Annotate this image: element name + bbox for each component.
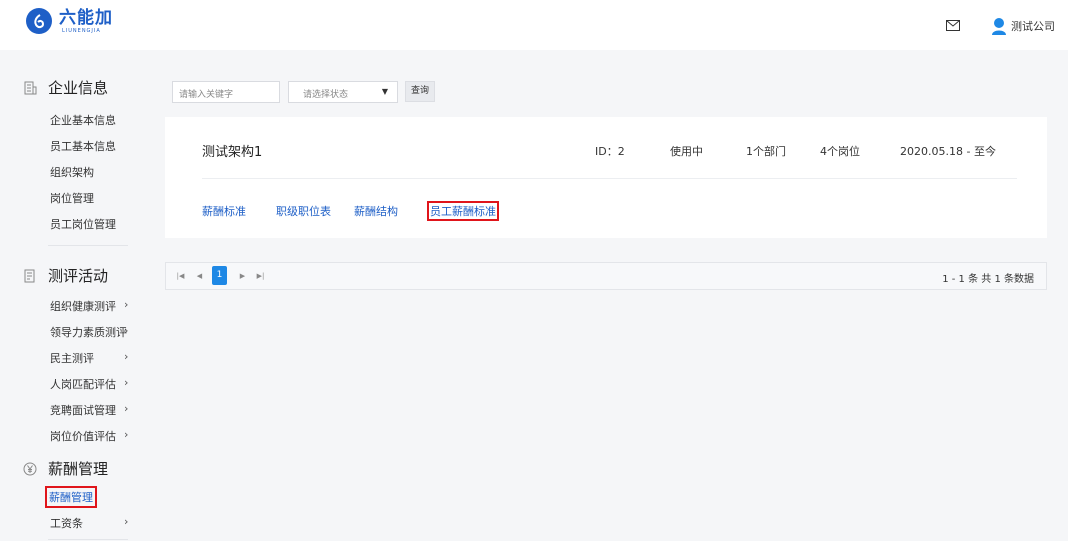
card-status: 使用中 <box>670 145 703 158</box>
sidebar-item-person-job-match[interactable]: 人岗匹配评估 › <box>50 376 128 392</box>
card-divider <box>202 178 1017 179</box>
sidebar-item-label: 岗位价值评估 <box>50 430 116 443</box>
card-title: 测试架构1 <box>202 145 263 160</box>
caret-down-icon: ▼ <box>381 87 388 96</box>
sidebar-item-democratic[interactable]: 民主测评 › <box>50 350 128 366</box>
card-id: ID：2 <box>595 145 625 158</box>
avatar-icon <box>990 17 1008 35</box>
sidebar-group-label: 薪酬管理 <box>48 460 109 478</box>
logo[interactable]: 六能加 LIUNENGJIA <box>26 8 113 34</box>
link-employee-salary-standard[interactable]: 员工薪酬标准 <box>427 201 499 221</box>
search-input[interactable]: 请输入关键字 <box>172 81 280 103</box>
structure-card: 测试架构1 ID：2 使用中 1个部门 4个岗位 2020.05.18 - 至今… <box>165 117 1047 238</box>
pagination-summary: 1 - 1 条 共 1 条数据 <box>942 274 1034 285</box>
clipboard-icon <box>22 268 38 284</box>
link-salary-standard[interactable]: 薪酬标准 <box>202 203 246 219</box>
chevron-right-icon: › <box>124 350 129 363</box>
status-select[interactable]: 请选择状态 ▼ <box>288 81 398 103</box>
sidebar-group-assessment[interactable]: 测评活动 <box>22 265 108 286</box>
top-bar: 六能加 LIUNENGJIA 测试公司 <box>0 0 1068 50</box>
sidebar-group-salary[interactable]: 薪酬管理 <box>22 458 108 479</box>
sidebar-item-label: 领导力素质测评 <box>50 326 127 339</box>
sidebar-item-label: 民主测评 <box>50 352 94 365</box>
sidebar-item-employee-basic[interactable]: 员工基本信息 <box>50 138 116 154</box>
logo-mark-icon <box>26 8 52 34</box>
sidebar-item-company-basic[interactable]: 企业基本信息 <box>50 112 116 128</box>
sidebar-group-label: 测评活动 <box>48 267 109 285</box>
chevron-right-icon: › <box>124 376 129 389</box>
yen-circle-icon <box>22 461 38 477</box>
sidebar-item-label: 工资条 <box>50 517 83 530</box>
current-page[interactable]: 1 <box>212 266 227 285</box>
sidebar-item-org-structure[interactable]: 组织架构 <box>50 164 94 180</box>
first-page-icon[interactable]: |◀ <box>174 269 187 283</box>
sidebar-item-employee-position[interactable]: 员工岗位管理 <box>50 216 116 232</box>
sidebar-item-label: 组织健康测评 <box>50 300 116 313</box>
sidebar-item-interview[interactable]: 竞聘面试管理 › <box>50 402 128 418</box>
building-icon <box>22 80 38 96</box>
next-page-icon[interactable]: ▶ <box>236 269 249 283</box>
pagination-bar: |◀ ◀ 1 ▶ ▶| 1 - 1 条 共 1 条数据 <box>165 262 1047 290</box>
sidebar: 企业信息 企业基本信息 员工基本信息 组织架构 岗位管理 员工岗位管理 测评活动… <box>0 50 150 541</box>
sidebar-item-label: 人岗匹配评估 <box>50 378 116 391</box>
mail-icon[interactable] <box>946 20 960 31</box>
logo-name: 六能加 <box>59 7 113 28</box>
sidebar-group-company[interactable]: 企业信息 <box>22 77 108 98</box>
sidebar-group-label: 企业信息 <box>48 79 109 97</box>
link-rank-position-table[interactable]: 职级职位表 <box>276 203 331 219</box>
chevron-right-icon: › <box>124 298 129 311</box>
sidebar-item-org-health[interactable]: 组织健康测评 › <box>50 298 128 314</box>
sidebar-item-position-value[interactable]: 岗位价值评估 › <box>50 428 128 444</box>
logo-subtext: LIUNENGJIA <box>62 27 101 34</box>
card-departments: 1个部门 <box>746 145 786 158</box>
card-date-range: 2020.05.18 - 至今 <box>900 145 996 158</box>
query-button[interactable]: 查询 <box>405 81 435 102</box>
chevron-right-icon: › <box>124 515 129 528</box>
sidebar-item-salary-mgmt[interactable]: 薪酬管理 <box>45 486 97 508</box>
status-select-placeholder: 请选择状态 <box>303 90 349 100</box>
sidebar-item-leadership[interactable]: 领导力素质测评 › <box>50 324 129 340</box>
sidebar-item-payslip[interactable]: 工资条 › <box>50 515 128 531</box>
chevron-right-icon: › <box>124 324 129 337</box>
prev-page-icon[interactable]: ◀ <box>193 269 206 283</box>
sidebar-item-position-mgmt[interactable]: 岗位管理 <box>50 190 94 206</box>
chevron-right-icon: › <box>124 428 129 441</box>
sidebar-item-label: 竞聘面试管理 <box>50 404 116 417</box>
sidebar-divider <box>48 245 128 246</box>
user-menu[interactable]: 测试公司 <box>990 17 1055 35</box>
last-page-icon[interactable]: ▶| <box>254 269 267 283</box>
card-positions: 4个岗位 <box>820 145 860 158</box>
sidebar-divider <box>48 539 128 540</box>
chevron-right-icon: › <box>124 402 129 415</box>
link-salary-structure[interactable]: 薪酬结构 <box>354 203 398 219</box>
user-name: 测试公司 <box>1011 20 1055 33</box>
